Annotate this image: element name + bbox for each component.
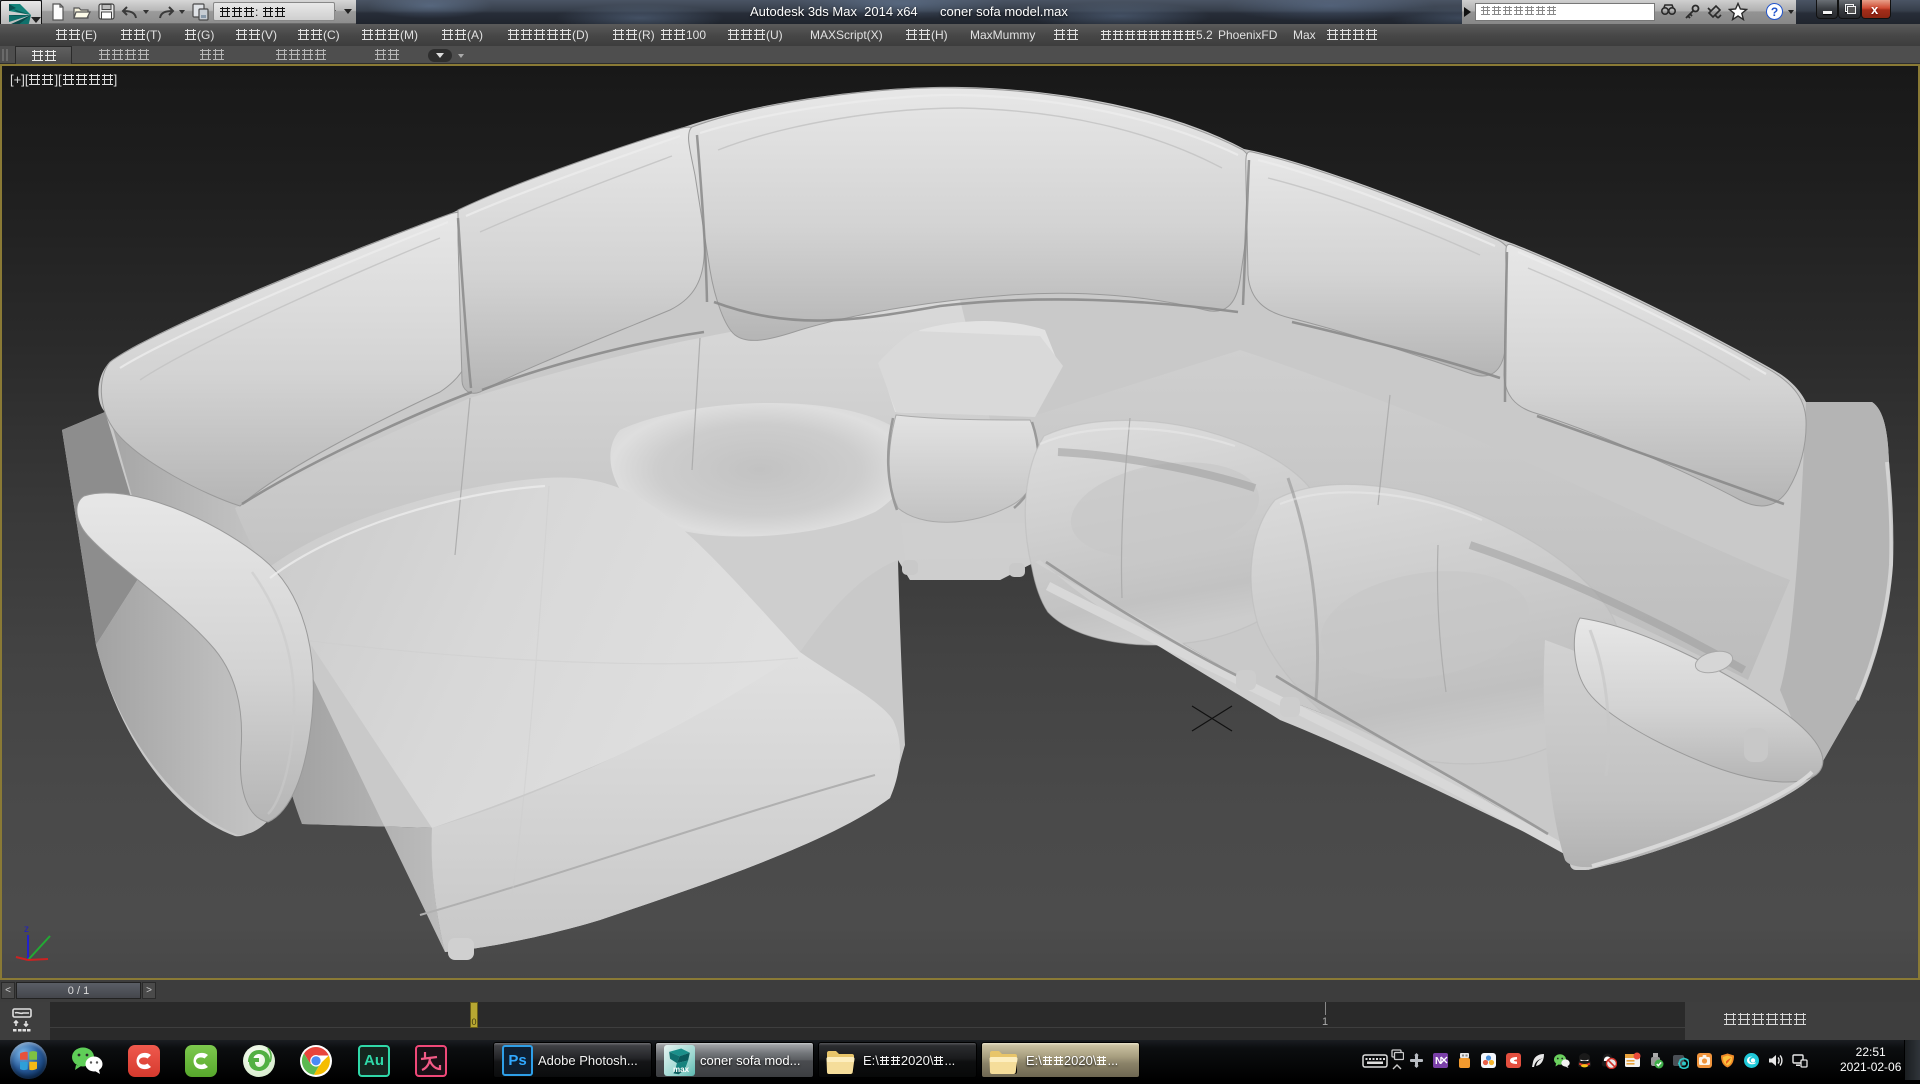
svg-text:z: z bbox=[24, 924, 29, 935]
